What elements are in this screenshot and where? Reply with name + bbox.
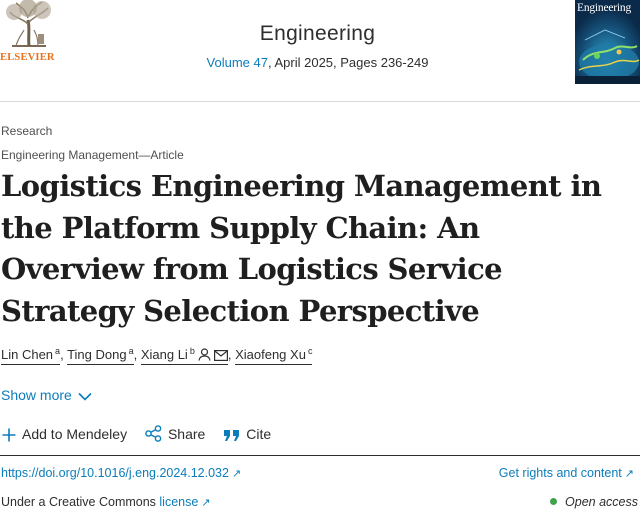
mendeley-label: Add to Mendeley <box>22 426 128 442</box>
external-arrow-icon: ↗ <box>624 468 634 480</box>
author-name: Lin Chen <box>1 347 54 362</box>
license-info: Under a Creative Commons license ↗ <box>1 495 211 509</box>
quote-icon <box>224 430 240 441</box>
cite-label: Cite <box>246 426 272 442</box>
show-more-label: Show more <box>1 387 72 403</box>
chevron-down-icon <box>78 392 92 401</box>
journal-info: Engineering Volume 47, April 2025, Pages… <box>150 22 485 70</box>
volume-link[interactable]: Volume 47 <box>207 55 268 70</box>
article-title: Logistics Engineering Management in the … <box>1 169 602 328</box>
plus-icon <box>2 428 16 442</box>
affiliation-marker: b <box>189 346 195 356</box>
affiliation-marker: a <box>55 346 61 356</box>
affiliation-marker: c <box>307 346 313 356</box>
cite-button[interactable]: Cite <box>223 426 271 442</box>
elsevier-logo[interactable]: ELSEVIER <box>0 0 58 66</box>
share-button[interactable]: Share <box>145 425 205 442</box>
author-name: Xiaofeng Xu <box>235 347 306 362</box>
share-icon <box>145 425 162 442</box>
author-separator: , <box>60 347 64 362</box>
open-access-badge: Open access <box>550 495 638 509</box>
person-icon <box>198 348 211 361</box>
elsevier-wordmark: ELSEVIER <box>0 52 55 63</box>
article-actions: Add to Mendeley Share Cite <box>2 425 285 442</box>
author-link[interactable]: Ting Dong a <box>67 346 134 365</box>
affiliation-marker: a <box>128 346 134 356</box>
external-arrow-icon: ↗ <box>231 468 242 480</box>
rights-link[interactable]: Get rights and content ↗ <box>499 466 634 480</box>
actions-divider <box>0 455 640 456</box>
show-more-button[interactable]: Show more <box>1 387 92 403</box>
header-divider <box>0 101 640 102</box>
open-access-label: Open access <box>565 495 638 509</box>
author-link[interactable]: Xiang Li b <box>140 346 228 365</box>
article-section: Engineering Management—Article <box>1 148 184 162</box>
open-access-dot <box>550 498 558 505</box>
author-name: Ting Dong <box>67 347 127 362</box>
issue-details: , April 2025, Pages 236-249 <box>267 55 429 70</box>
envelope-icon <box>213 350 228 361</box>
journal-title[interactable]: Engineering <box>150 22 485 46</box>
cover-title: Engineering <box>577 2 632 14</box>
add-to-mendeley-button[interactable]: Add to Mendeley <box>2 426 127 442</box>
doi-text: https://doi.org/10.1016/j.eng.2024.12.03… <box>1 466 229 480</box>
share-label: Share <box>167 426 206 442</box>
author-separator: , <box>227 347 232 362</box>
elsevier-tree-logo <box>2 0 56 50</box>
license-link[interactable]: license ↗ <box>159 495 210 509</box>
author-link[interactable]: Lin Chen a <box>1 346 61 365</box>
author-separator: , <box>133 347 138 362</box>
rights-text: Get rights and content <box>498 466 622 480</box>
external-arrow-icon: ↗ <box>201 497 211 509</box>
article-type: Research <box>1 124 53 138</box>
doi-link[interactable]: https://doi.org/10.1016/j.eng.2024.12.03… <box>1 466 241 480</box>
author-name: Xiang Li <box>140 347 188 362</box>
license-prefix: Under a Creative Commons <box>1 495 160 509</box>
journal-cover-image[interactable]: Engineering <box>575 0 640 84</box>
author-link[interactable]: Xiaofeng Xu c <box>235 346 313 365</box>
license-link-text: license <box>159 495 199 509</box>
journal-header: ELSEVIER Engineering Volume 47, April 20… <box>0 0 640 90</box>
author-list: Lin Chen a, Ting Dong a, Xiang Li b, Xiaofe… <box>1 346 313 365</box>
journal-issue-info: Volume 47, April 2025, Pages 236-249 <box>150 55 485 70</box>
